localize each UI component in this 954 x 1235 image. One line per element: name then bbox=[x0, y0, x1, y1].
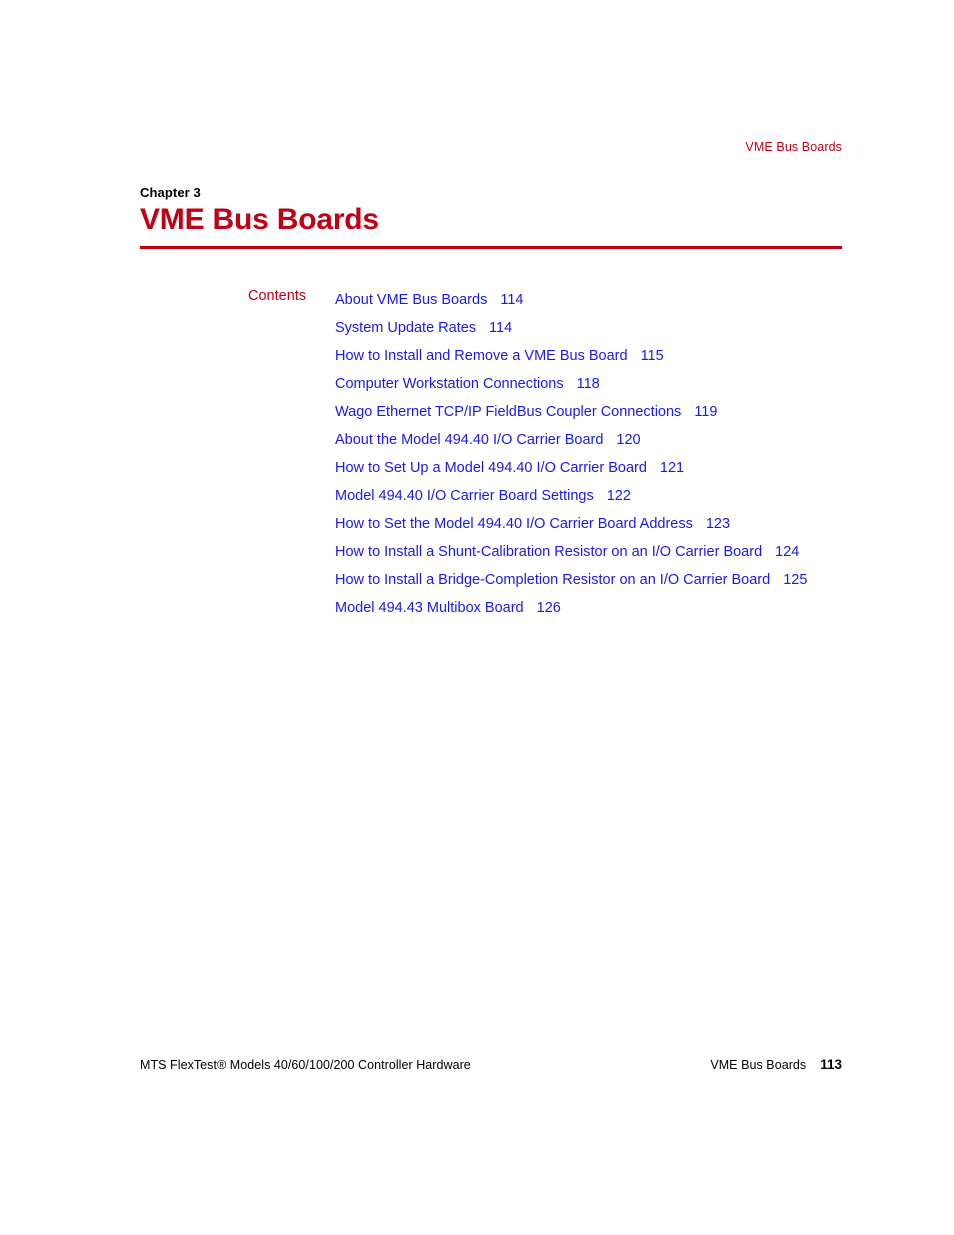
contents-label: Contents bbox=[248, 288, 307, 304]
chapter-heading-block: Chapter 3 VME Bus Boards bbox=[140, 185, 842, 249]
toc-entry[interactable]: Model 494.40 I/O Carrier Board Settings 1… bbox=[335, 482, 848, 510]
toc-entry-title: How to Set Up a Model 494.40 I/O Carrier… bbox=[335, 460, 647, 476]
footer-document-title: MTS FlexTest® Models 40/60/100/200 Contr… bbox=[140, 1058, 471, 1072]
running-header: VME Bus Boards bbox=[745, 140, 842, 154]
toc-entry[interactable]: How to Install a Shunt-Calibration Resis… bbox=[335, 538, 848, 566]
toc-entry[interactable]: How to Install and Remove a VME Bus Boar… bbox=[335, 342, 848, 370]
document-page: VME Bus Boards Chapter 3 VME Bus Boards … bbox=[0, 0, 954, 1235]
toc-entry-title: How to Install a Bridge-Completion Resis… bbox=[335, 572, 771, 588]
toc-entry-title: How to Install and Remove a VME Bus Boar… bbox=[335, 348, 628, 364]
toc-entry[interactable]: System Update Rates 114 bbox=[335, 314, 848, 342]
toc-entry-page-number: 119 bbox=[694, 404, 718, 420]
toc-entry-title: About VME Bus Boards bbox=[335, 292, 488, 308]
toc-entry-page-number: 120 bbox=[616, 432, 641, 448]
toc-entry-page-number: 125 bbox=[783, 572, 808, 588]
toc-entry[interactable]: Computer Workstation Connections 118 bbox=[335, 370, 848, 398]
contents-section: Contents About VME Bus Boards 114 System U… bbox=[248, 286, 848, 622]
toc-entry-page-number: 124 bbox=[775, 544, 800, 560]
toc-entry-title: About the Model 494.40 I/O Carrier Board bbox=[335, 432, 604, 448]
toc-entry-page-number: 123 bbox=[705, 516, 731, 532]
toc-entry[interactable]: Wago Ethernet TCP/IP FieldBus Coupler Co… bbox=[335, 398, 848, 426]
toc-entry-page-number: 118 bbox=[576, 376, 600, 392]
footer-right-group: VME Bus Boards 113 bbox=[710, 1057, 842, 1072]
toc-entry-title: Computer Workstation Connections bbox=[335, 376, 564, 392]
toc-entry[interactable]: How to Set the Model 494.40 I/O Carrier … bbox=[335, 510, 848, 538]
page-footer: MTS FlexTest® Models 40/60/100/200 Contr… bbox=[140, 1057, 842, 1072]
toc-entry[interactable]: How to Set Up a Model 494.40 I/O Carrier… bbox=[335, 454, 848, 482]
chapter-title: VME Bus Boards bbox=[140, 203, 379, 236]
toc-entry-page-number: 115 bbox=[640, 348, 664, 364]
toc-entry-title: System Update Rates bbox=[335, 320, 477, 336]
toc-entry-page-number: 114 bbox=[500, 292, 524, 308]
toc-entry-title: Model 494.40 I/O Carrier Board Settings bbox=[335, 488, 594, 504]
toc-entry-title: How to Set the Model 494.40 I/O Carrier … bbox=[335, 516, 693, 532]
chapter-number-label: Chapter 3 bbox=[140, 185, 201, 200]
toc-entry-page-number: 122 bbox=[606, 488, 631, 504]
toc-entry-page-number: 121 bbox=[659, 460, 685, 476]
toc-entry[interactable]: Model 494.43 Multibox Board 126 bbox=[335, 594, 848, 622]
footer-chapter-name: VME Bus Boards bbox=[710, 1058, 807, 1072]
toc-entry-page-number: 126 bbox=[536, 600, 561, 616]
toc-entry[interactable]: How to Install a Bridge-Completion Resis… bbox=[335, 566, 848, 594]
toc-entry[interactable]: About VME Bus Boards 114 bbox=[335, 286, 848, 314]
toc-entry-title: How to Install a Shunt-Calibration Resis… bbox=[335, 544, 763, 560]
toc-entry-title: Wago Ethernet TCP/IP FieldBus Coupler Co… bbox=[335, 404, 682, 420]
toc-entry-title: Model 494.43 Multibox Board bbox=[335, 600, 524, 616]
toc-entry-page-number: 114 bbox=[489, 320, 513, 336]
table-of-contents-list: About VME Bus Boards 114 System Update Rat… bbox=[335, 286, 848, 622]
toc-entry[interactable]: About the Model 494.40 I/O Carrier Board… bbox=[335, 426, 848, 454]
title-divider-rule bbox=[140, 246, 842, 249]
footer-page-number: 113 bbox=[820, 1057, 842, 1072]
